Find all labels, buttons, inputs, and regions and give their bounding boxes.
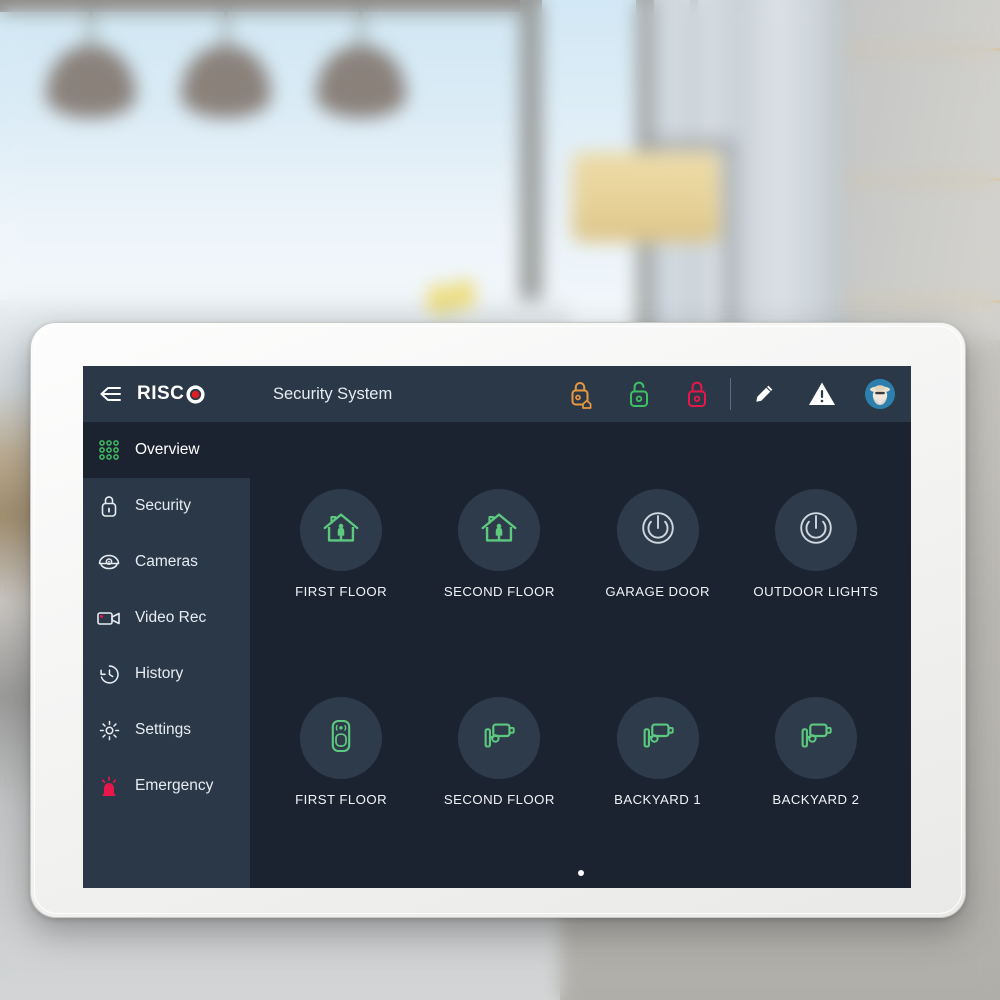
tile-first-floor-detector[interactable]: FIRST FLOOR: [264, 648, 418, 856]
clock-history-icon: [83, 663, 135, 686]
tile-backyard-1[interactable]: BACKYARD 1: [581, 648, 735, 856]
sidebar-item-label: Settings: [135, 721, 192, 738]
motion-detector-icon: [321, 716, 361, 761]
tile-label: GARAGE DOOR: [605, 584, 710, 599]
tile-second-floor-camera[interactable]: SECOND FLOOR: [422, 648, 576, 856]
wall-camera-icon: [478, 715, 520, 762]
tile-label: FIRST FLOOR: [295, 792, 388, 807]
user-avatar[interactable]: [865, 379, 895, 409]
sidebar-item-overview[interactable]: Overview: [83, 422, 250, 478]
tile-garage-door[interactable]: GARAGE DOOR: [581, 440, 735, 648]
tile-icon-wrap: [774, 489, 857, 571]
page-title: Security System: [273, 384, 393, 403]
tile-icon-wrap: [774, 697, 857, 779]
grid-dots-icon: [83, 439, 135, 461]
tile-label: SECOND FLOOR: [443, 584, 555, 599]
page-dot-1[interactable]: [577, 870, 584, 876]
arm-locked-icon[interactable]: [668, 378, 726, 410]
wall-camera-icon: [795, 715, 837, 762]
sidebar-item-label: Overview: [135, 441, 200, 458]
tile-icon-wrap: [616, 489, 699, 571]
house-occupied-icon: [320, 507, 362, 554]
dome-camera-icon: [83, 552, 135, 572]
sidebar-item-security[interactable]: Security: [83, 478, 250, 534]
siren-alarm-icon: [83, 774, 135, 798]
tile-icon-wrap: [458, 489, 541, 571]
tile-icon-wrap: [300, 489, 383, 571]
sidebar-nav: Overview Security Cameras Video Rec Hist…: [83, 422, 250, 888]
header-actions: [552, 366, 911, 422]
sidebar-item-video-rec[interactable]: Video Rec: [83, 590, 250, 646]
tile-label: SECOND FLOOR: [443, 792, 555, 807]
brand-name: RISC: [137, 383, 185, 404]
tile-outdoor-lights[interactable]: OUTDOOR LIGHTS: [739, 440, 893, 648]
header-divider: [730, 378, 731, 410]
risco-logo[interactable]: RISC: [137, 383, 249, 405]
lock-icon: [83, 494, 135, 518]
tile-label: FIRST FLOOR: [295, 584, 388, 599]
wall-camera-icon: [637, 715, 679, 762]
sidebar-item-history[interactable]: History: [83, 646, 250, 702]
sidebar-item-label: History: [135, 665, 184, 682]
app-body: Overview Security Cameras Video Rec Hist…: [83, 422, 911, 888]
sidebar-item-cameras[interactable]: Cameras: [83, 534, 250, 590]
tile-second-floor-arm[interactable]: SECOND FLOOR: [422, 440, 576, 648]
gear-icon: [83, 719, 135, 742]
video-record-icon: [83, 608, 135, 628]
tile-label: BACKYARD 2: [772, 792, 860, 807]
tile-label: BACKYARD 1: [614, 792, 702, 807]
app-header: RISC Security System: [83, 366, 911, 422]
tablet-device: RISC Security System Overview Security C…: [30, 322, 966, 918]
warning-triangle-icon[interactable]: [793, 381, 851, 407]
sidebar-item-label: Emergency: [135, 777, 214, 794]
partial-arm-lock-icon[interactable]: [552, 378, 610, 410]
tile-icon-wrap: [458, 697, 541, 779]
tile-first-floor-arm[interactable]: FIRST FLOOR: [264, 440, 418, 648]
sidebar-item-emergency[interactable]: Emergency: [83, 758, 250, 814]
back-collapse-icon[interactable]: [83, 384, 137, 404]
overview-content: FIRST FLOOR SECOND FLOOR GARAGE DOOR OUT…: [250, 422, 911, 888]
house-occupied-icon: [478, 507, 520, 554]
power-icon: [795, 507, 837, 554]
tablet-screen: RISC Security System Overview Security C…: [83, 366, 911, 888]
sidebar-item-label: Cameras: [135, 553, 198, 570]
tile-icon-wrap: [616, 697, 699, 779]
tile-backyard-2[interactable]: BACKYARD 2: [739, 648, 893, 856]
tile-icon-wrap: [300, 697, 383, 779]
power-icon: [637, 507, 679, 554]
tile-label: OUTDOOR LIGHTS: [753, 584, 879, 599]
risco-logo-o-mark: [185, 384, 206, 405]
device-tile-grid: FIRST FLOOR SECOND FLOOR GARAGE DOOR OUT…: [264, 440, 893, 856]
sidebar-item-label: Security: [135, 497, 191, 514]
edit-pencil-icon[interactable]: [735, 383, 793, 405]
disarm-unlocked-icon[interactable]: [610, 378, 668, 410]
pagination-dots: [250, 870, 911, 876]
sidebar-item-settings[interactable]: Settings: [83, 702, 250, 758]
sidebar-item-label: Video Rec: [135, 609, 207, 626]
